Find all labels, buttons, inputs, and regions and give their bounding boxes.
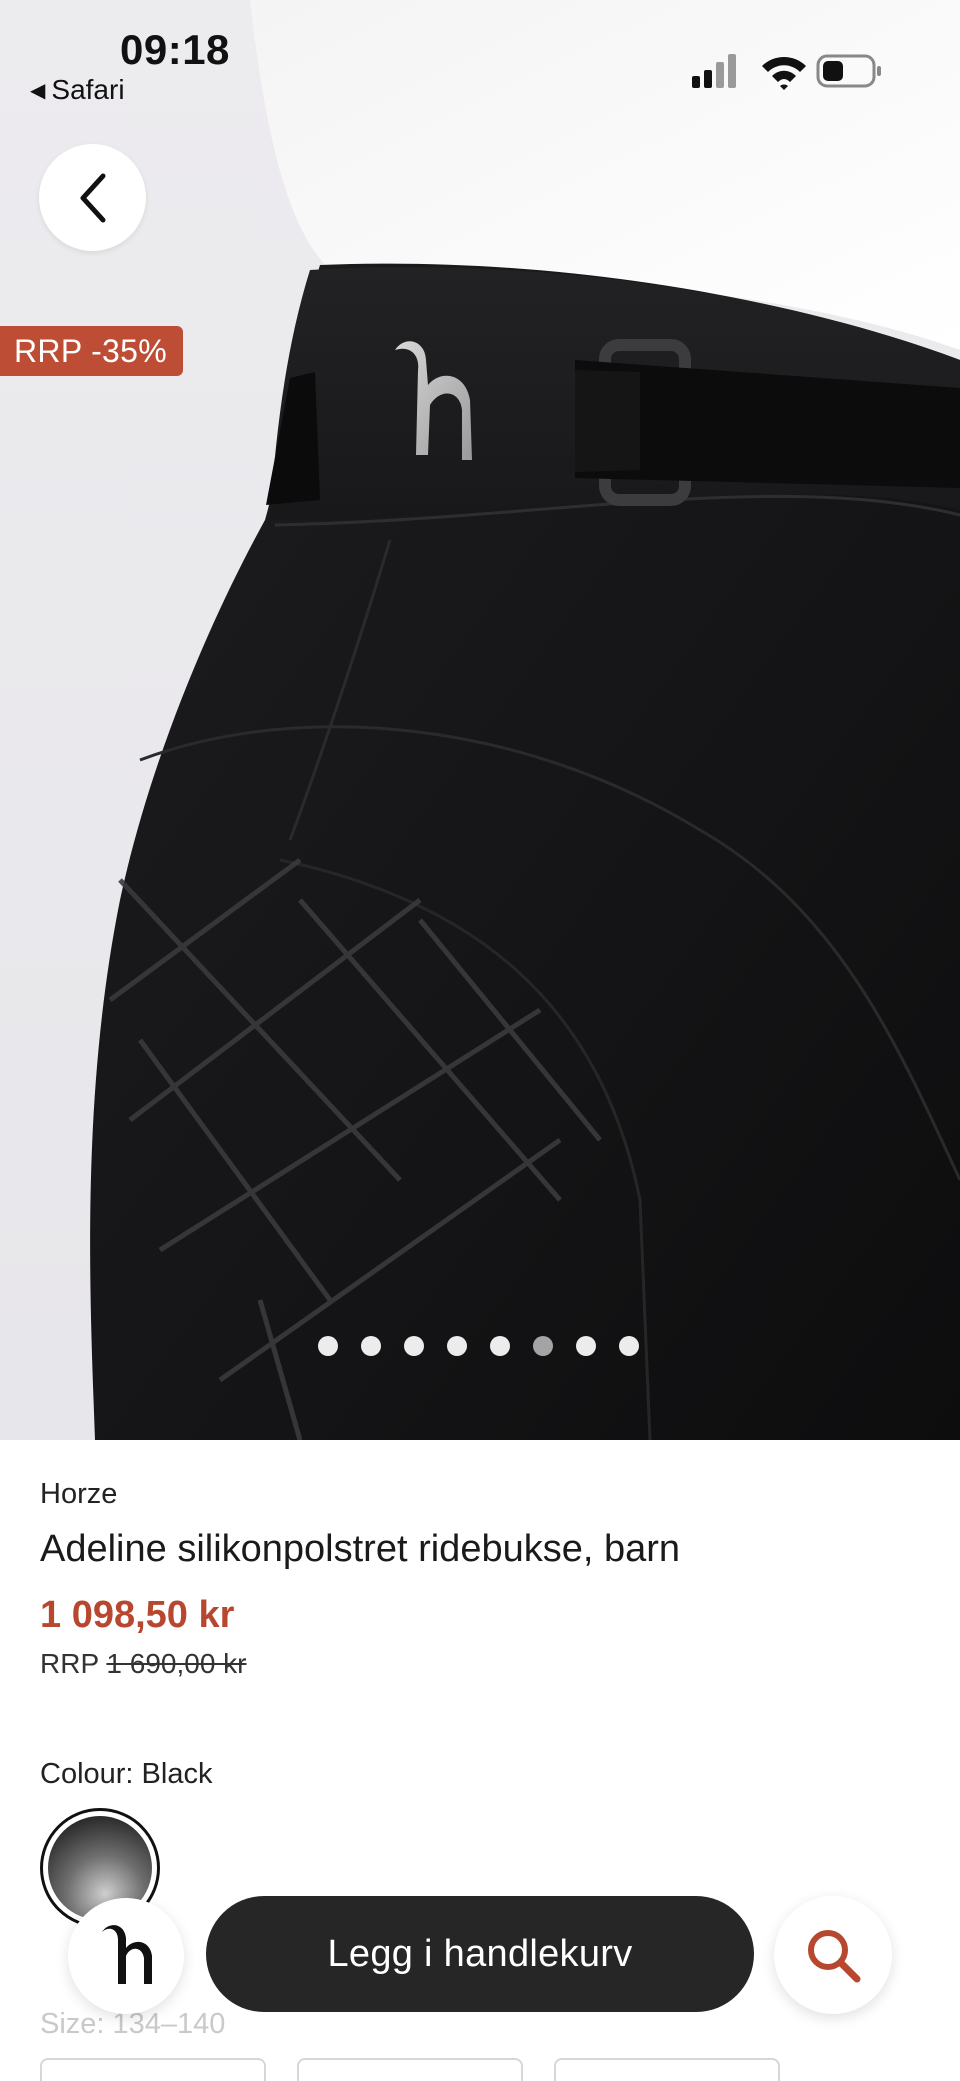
discount-badge: RRP -35% bbox=[0, 326, 183, 376]
battery-icon bbox=[816, 54, 881, 88]
colour-label: Colour: Black bbox=[40, 1758, 213, 1790]
product-page: 09:18 ◀ Safari RRP -35% Horze Adeline si… bbox=[0, 0, 960, 2081]
product-image[interactable] bbox=[0, 0, 960, 1440]
riding-pants-photo bbox=[90, 0, 960, 1440]
product-title: Adeline silikonpolstret ridebukse, barn bbox=[40, 1528, 681, 1570]
carousel-dot[interactable] bbox=[576, 1336, 596, 1356]
back-button[interactable] bbox=[39, 144, 146, 251]
carousel-dot[interactable] bbox=[447, 1336, 467, 1356]
carousel-dot[interactable] bbox=[619, 1336, 639, 1356]
search-button[interactable] bbox=[774, 1896, 892, 2014]
status-icons bbox=[692, 54, 881, 90]
carousel-dot[interactable] bbox=[361, 1336, 381, 1356]
product-price: 1 098,50 kr bbox=[40, 1594, 235, 1636]
product-brand[interactable]: Horze bbox=[40, 1478, 117, 1511]
carousel-dot[interactable] bbox=[490, 1336, 510, 1356]
rrp-label: RRP bbox=[40, 1648, 99, 1679]
carousel-dot[interactable] bbox=[318, 1336, 338, 1356]
carousel-dot[interactable] bbox=[404, 1336, 424, 1356]
back-triangle-icon: ◀ bbox=[30, 80, 46, 102]
size-option[interactable] bbox=[554, 2058, 780, 2081]
back-app-label: Safari bbox=[51, 74, 125, 105]
status-time: 09:18 bbox=[120, 26, 230, 73]
cellular-signal-icon bbox=[692, 54, 736, 88]
rrp-price: 1 690,00 kr bbox=[106, 1648, 247, 1679]
size-option[interactable] bbox=[297, 2058, 523, 2081]
home-button[interactable] bbox=[68, 1898, 184, 2014]
wifi-icon bbox=[762, 57, 806, 90]
add-to-cart-button[interactable]: Legg i handlekurv bbox=[206, 1896, 754, 2012]
size-option[interactable] bbox=[40, 2058, 266, 2081]
horze-logo-icon bbox=[102, 1925, 152, 1984]
carousel-dot[interactable] bbox=[533, 1336, 553, 1356]
rrp-line: RRP 1 690,00 kr bbox=[40, 1648, 247, 1680]
back-to-app-link[interactable]: ◀ Safari bbox=[30, 74, 125, 106]
search-icon bbox=[808, 1930, 861, 1983]
carousel-dots bbox=[318, 1336, 639, 1356]
chevron-left-icon bbox=[80, 173, 105, 222]
